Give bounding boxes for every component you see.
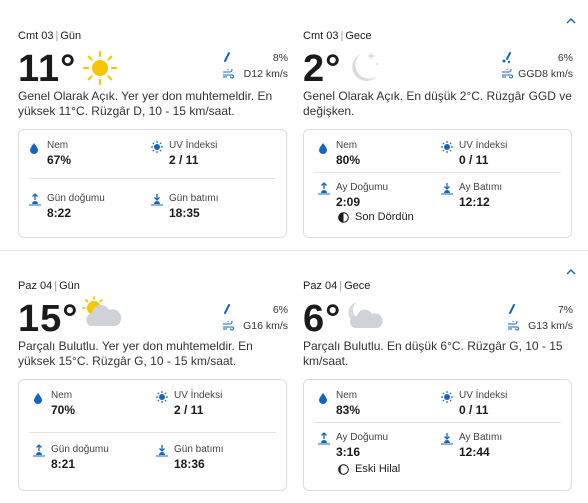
wind-icon — [223, 69, 234, 79]
weather-stats: 8% D12 km/s — [218, 50, 288, 82]
moon-phase: Son Dördün — [338, 211, 414, 223]
night-panel: Paz 04 | Gece 6° 7% G13 km/s Parçalı Bulut… — [303, 280, 573, 495]
card-divider — [29, 178, 276, 179]
precipitation-icon — [509, 304, 515, 314]
card-divider — [314, 172, 561, 173]
sunrise-icon — [29, 193, 41, 206]
day-panel: Cmt 03 | Gün 11° 8% D12 km/s Genel Olarak … — [18, 30, 288, 245]
forecast-summary: Parçalı Bulutlu. En düşük 6°C. Rüzgâr G,… — [303, 339, 563, 368]
moon-phase: Eski Hilal — [338, 463, 400, 475]
panel-header: Paz 04 | Gece — [303, 280, 371, 292]
uv-sun-icon — [156, 391, 168, 403]
wind-icon — [508, 321, 519, 331]
moonrise-icon — [318, 432, 330, 445]
sunset-icon — [151, 194, 163, 206]
wind-icon — [502, 69, 513, 79]
humidity-drop-icon — [30, 143, 38, 154]
card-divider — [314, 422, 561, 423]
precipitation-value: 7% — [557, 304, 573, 316]
panel-header: Cmt 03 | Gün — [18, 30, 82, 42]
precipitation-value: 6% — [272, 304, 288, 316]
moon-phase-label: Eski Hilal — [355, 463, 401, 475]
weather-stats: 7% G13 km/s — [503, 302, 573, 334]
sun-icon — [82, 50, 118, 86]
temperature: 15° — [18, 298, 79, 340]
humidity-drop-icon — [319, 143, 327, 154]
wind-value: G16 km/s — [243, 320, 288, 332]
day-panel: Paz 04 | Gün 15° 6% G16 km/s Parçalı Bulut… — [18, 280, 288, 495]
precipitation-value: 8% — [272, 52, 288, 64]
precipitation-icon — [502, 52, 511, 64]
forecast-summary: Genel Olarak Açık. Yer yer don muhtemeld… — [18, 89, 273, 118]
wind-icon — [223, 321, 234, 331]
precipitation-icon — [224, 52, 230, 62]
forecast-summary: Genel Olarak Açık. En düşük 2°C. Rüzgâr … — [303, 89, 572, 118]
precipitation-value: 6% — [557, 52, 573, 64]
moonset-icon — [441, 433, 453, 445]
chevron-up-icon[interactable] — [564, 14, 578, 28]
forecast-day-2: Paz 04 | Gün 15° 6% G16 km/s Parçalı Bulut… — [0, 251, 588, 503]
sunrise-icon — [33, 444, 45, 457]
humidity-drop-icon — [319, 393, 327, 404]
forecast-summary: Parçalı Bulutlu. Yer yer don muhtemeldir… — [18, 339, 253, 368]
temperature: 11° — [18, 48, 77, 90]
wind-value: G13 km/s — [528, 320, 573, 332]
panel-header: Paz 04 | Gün — [18, 280, 80, 292]
weather-stats: 6% GGD8 km/s — [497, 50, 573, 82]
moonset-icon — [441, 183, 453, 195]
partly-cloudy-night-icon — [348, 302, 383, 328]
partly-cloudy-day-icon — [82, 296, 122, 326]
uv-sun-icon — [441, 391, 453, 403]
waning-crescent-moon-icon — [338, 463, 349, 475]
moon-stars-icon — [352, 52, 379, 81]
sunset-icon — [156, 445, 168, 457]
night-panel: Cmt 03 | Gece 2° 6% GGD8 km/s Genel Olarak… — [303, 30, 573, 245]
details-card: Nem 80% UV İndeksi 0 / 11 Ay Doğumu 2:09… — [303, 129, 572, 238]
temperature: 2° — [303, 48, 342, 90]
details-card: Nem 70% UV İndeksi 2 / 11 Gün doğumu 8:2… — [18, 379, 287, 491]
uv-sun-icon — [151, 141, 163, 153]
precipitation-icon — [224, 304, 230, 314]
humidity-drop-icon — [34, 393, 42, 404]
card-divider — [29, 432, 276, 433]
uv-sun-icon — [441, 141, 453, 153]
weather-stats: 6% G16 km/s — [218, 302, 288, 334]
temperature: 6° — [303, 298, 342, 340]
details-card: Nem 83% UV İndeksi 0 / 11 Ay Doğumu 3:16… — [303, 379, 572, 491]
forecast-day-1: Cmt 03 | Gün 11° 8% D12 km/s Genel Olarak … — [0, 0, 588, 250]
wind-value: GGD8 km/s — [518, 68, 573, 80]
last-quarter-moon-icon — [338, 211, 349, 223]
moonrise-icon — [318, 182, 330, 195]
panel-header: Cmt 03 | Gece — [303, 30, 372, 42]
details-card: Nem 67% UV İndeksi 2 / 11 Gün doğumu 8:2… — [18, 129, 287, 238]
wind-value: D12 km/s — [243, 68, 288, 80]
moon-phase-label: Son Dördün — [355, 211, 414, 223]
chevron-up-icon[interactable] — [564, 265, 578, 279]
